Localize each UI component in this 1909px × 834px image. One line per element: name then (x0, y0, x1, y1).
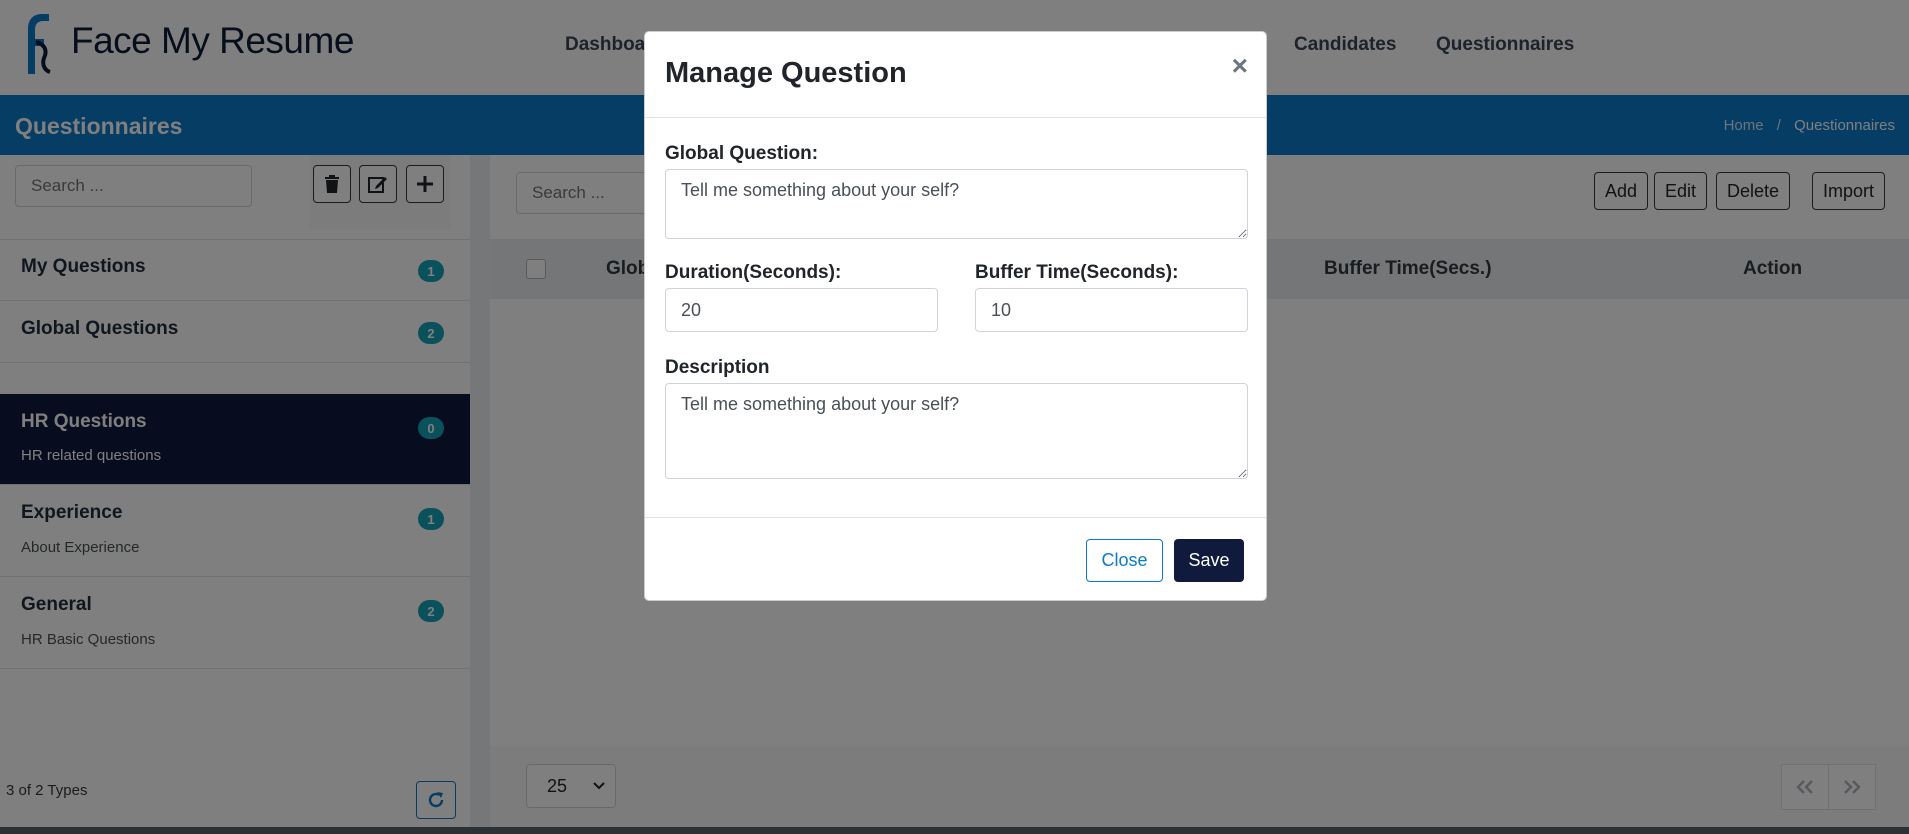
buffer-time-label: Buffer Time(Seconds): (975, 262, 1179, 283)
save-button[interactable]: Save (1174, 539, 1244, 582)
description-label: Description (665, 357, 770, 378)
close-button[interactable]: Close (1086, 539, 1163, 582)
global-question-input[interactable]: Tell me something about your self? (665, 169, 1248, 239)
duration-label: Duration(Seconds): (665, 262, 842, 283)
modal-footer: Close Save (645, 517, 1266, 601)
modal-close-icon[interactable]: × (1232, 50, 1248, 82)
manage-question-modal: Manage Question × Global Question: Tell … (644, 31, 1267, 601)
global-question-label: Global Question: (665, 143, 819, 164)
buffer-time-input[interactable] (975, 288, 1248, 332)
description-input[interactable]: Tell me something about your self? (665, 383, 1248, 479)
duration-input[interactable] (665, 288, 938, 332)
modal-title: Manage Question (665, 57, 907, 89)
modal-header: Manage Question × (645, 32, 1266, 118)
